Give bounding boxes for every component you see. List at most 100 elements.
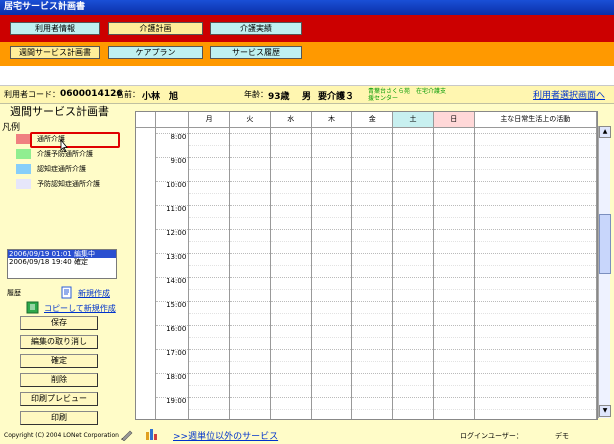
activity-cell[interactable] xyxy=(474,192,597,205)
schedule-cell[interactable] xyxy=(229,216,271,229)
schedule-cell[interactable] xyxy=(229,288,271,301)
schedule-cell[interactable] xyxy=(270,204,312,217)
schedule-cell[interactable] xyxy=(270,252,312,265)
schedule-cell[interactable] xyxy=(188,156,231,169)
schedule-cell[interactable] xyxy=(229,252,271,265)
schedule-cell[interactable] xyxy=(188,240,231,253)
schedule-cell[interactable] xyxy=(351,372,394,385)
schedule-cell[interactable] xyxy=(270,372,312,385)
activity-cell[interactable] xyxy=(474,288,597,301)
schedule-cell[interactable] xyxy=(433,180,475,193)
schedule-cell[interactable] xyxy=(188,312,231,325)
schedule-cell[interactable] xyxy=(229,168,271,181)
schedule-cell[interactable] xyxy=(392,360,434,373)
activity-cell[interactable] xyxy=(474,324,597,337)
schedule-cell[interactable] xyxy=(270,228,312,241)
schedule-cell[interactable] xyxy=(229,396,271,409)
schedule-cell[interactable] xyxy=(188,144,231,157)
schedule-cell[interactable] xyxy=(433,312,475,325)
schedule-cell[interactable] xyxy=(270,180,312,193)
activity-cell[interactable] xyxy=(474,264,597,277)
schedule-cell[interactable] xyxy=(229,300,271,313)
print-preview-button[interactable]: 印刷プレビュー xyxy=(20,392,98,406)
delete-button[interactable]: 削除 xyxy=(20,373,98,387)
activity-cell[interactable] xyxy=(474,348,597,361)
schedule-cell[interactable] xyxy=(270,360,312,373)
history-list[interactable]: 2006/09/19 01:01 編集中 2006/09/18 19:40 確定 xyxy=(7,249,117,279)
schedule-cell[interactable] xyxy=(433,216,475,229)
schedule-cell[interactable] xyxy=(311,204,353,217)
schedule-cell[interactable] xyxy=(188,384,231,397)
schedule-cell[interactable] xyxy=(229,180,271,193)
schedule-cell[interactable] xyxy=(433,288,475,301)
schedule-cell[interactable] xyxy=(229,132,271,145)
schedule-cell[interactable] xyxy=(392,396,434,409)
activity-cell[interactable] xyxy=(474,360,597,373)
schedule-cell[interactable] xyxy=(311,180,353,193)
schedule-cell[interactable] xyxy=(311,192,353,205)
schedule-cell[interactable] xyxy=(311,324,353,337)
schedule-cell[interactable] xyxy=(351,312,394,325)
schedule-cell[interactable] xyxy=(433,240,475,253)
schedule-cell[interactable] xyxy=(188,336,231,349)
schedule-cell[interactable] xyxy=(188,348,231,361)
schedule-cell[interactable] xyxy=(311,348,353,361)
history-entry[interactable]: 2006/09/19 01:01 編集中 xyxy=(8,250,116,258)
schedule-cell[interactable] xyxy=(392,156,434,169)
schedule-cell[interactable] xyxy=(188,300,231,313)
schedule-cell[interactable] xyxy=(188,288,231,301)
nav-user-info-button[interactable]: 利用者情報 xyxy=(10,22,100,35)
nav-care-plan-button[interactable]: 介護計画 xyxy=(108,22,203,35)
schedule-cell[interactable] xyxy=(433,144,475,157)
schedule-cell[interactable] xyxy=(229,156,271,169)
chart-tool-icon[interactable] xyxy=(145,428,159,443)
schedule-cell[interactable] xyxy=(270,408,312,419)
back-to-user-select-link[interactable]: 利用者選択画面へ xyxy=(533,88,605,101)
schedule-cell[interactable] xyxy=(351,264,394,277)
schedule-cell[interactable] xyxy=(433,384,475,397)
schedule-cell[interactable] xyxy=(433,156,475,169)
schedule-cell[interactable] xyxy=(188,408,231,419)
schedule-cell[interactable] xyxy=(229,408,271,419)
schedule-cell[interactable] xyxy=(229,384,271,397)
history-entry[interactable]: 2006/09/18 19:40 確定 xyxy=(8,258,116,266)
schedule-cell[interactable] xyxy=(188,228,231,241)
activity-cell[interactable] xyxy=(474,216,597,229)
schedule-cell[interactable] xyxy=(392,288,434,301)
schedule-cell[interactable] xyxy=(433,132,475,145)
schedule-cell[interactable] xyxy=(311,252,353,265)
schedule-cell[interactable] xyxy=(351,204,394,217)
schedule-cell[interactable] xyxy=(392,144,434,157)
activity-cell[interactable] xyxy=(474,228,597,241)
schedule-cell[interactable] xyxy=(229,312,271,325)
schedule-cell[interactable] xyxy=(188,192,231,205)
activity-cell[interactable] xyxy=(474,396,597,409)
schedule-cell[interactable] xyxy=(229,276,271,289)
save-button[interactable]: 保存 xyxy=(20,316,98,330)
activity-cell[interactable] xyxy=(474,252,597,265)
schedule-cell[interactable] xyxy=(351,288,394,301)
activity-cell[interactable] xyxy=(474,384,597,397)
schedule-cell[interactable] xyxy=(270,192,312,205)
schedule-cell[interactable] xyxy=(351,348,394,361)
schedule-cell[interactable] xyxy=(229,348,271,361)
schedule-cell[interactable] xyxy=(351,384,394,397)
schedule-cell[interactable] xyxy=(433,324,475,337)
schedule-cell[interactable] xyxy=(311,396,353,409)
schedule-cell[interactable] xyxy=(392,240,434,253)
schedule-cell[interactable] xyxy=(311,360,353,373)
schedule-cell[interactable] xyxy=(229,324,271,337)
schedule-cell[interactable] xyxy=(270,300,312,313)
activity-cell[interactable] xyxy=(474,240,597,253)
scroll-down-icon[interactable]: ▼ xyxy=(599,405,611,417)
schedule-cell[interactable] xyxy=(351,360,394,373)
nav-careplan-button[interactable]: ケアプラン xyxy=(108,46,203,59)
new-plan-link[interactable]: 新規作成 xyxy=(78,288,110,299)
schedule-cell[interactable] xyxy=(229,372,271,385)
schedule-cell[interactable] xyxy=(311,336,353,349)
schedule-cell[interactable] xyxy=(311,132,353,145)
schedule-cell[interactable] xyxy=(433,192,475,205)
activity-cell[interactable] xyxy=(474,276,597,289)
schedule-cell[interactable] xyxy=(229,240,271,253)
schedule-cell[interactable] xyxy=(392,192,434,205)
